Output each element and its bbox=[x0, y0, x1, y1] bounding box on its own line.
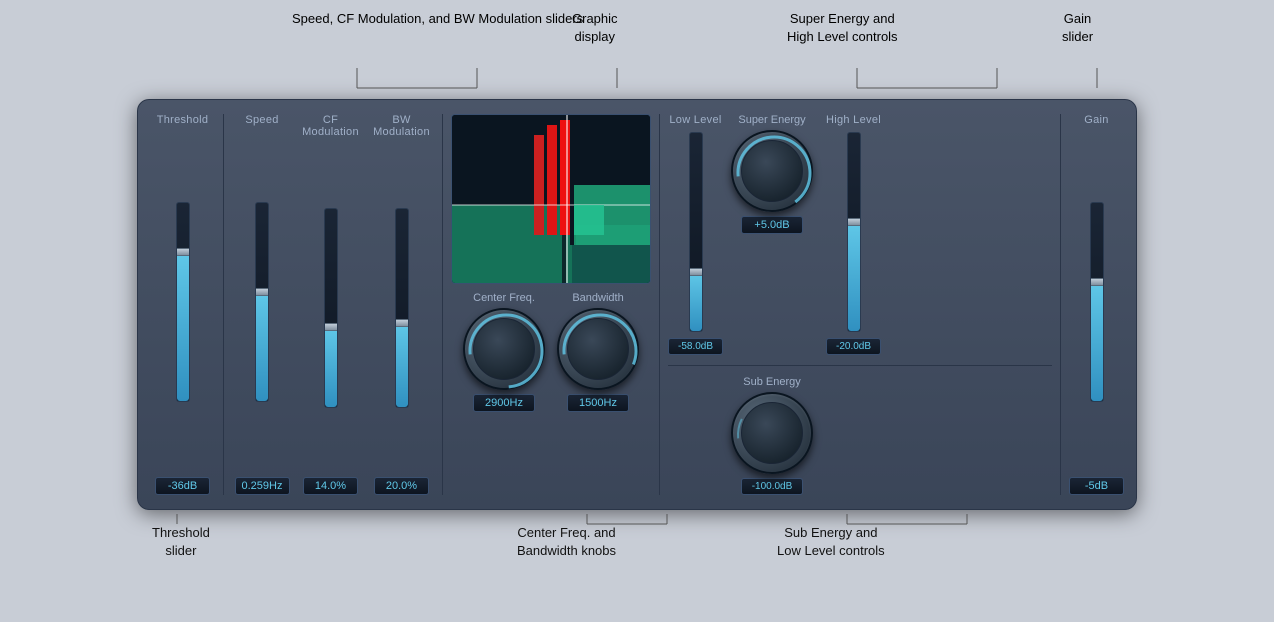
gain-value: -5dB bbox=[1069, 477, 1124, 495]
sub-energy-area: Sub Energy -100.0dB bbox=[731, 376, 813, 495]
low-level-value: -58.0dB bbox=[668, 338, 723, 355]
gain-track-container bbox=[1090, 132, 1104, 471]
bandwidth-section: Bandwidth 1500Hz bbox=[557, 292, 639, 412]
graphic-display-section: Center Freq. 2900Hz Bandwidth bbox=[451, 114, 651, 495]
super-energy-knob[interactable] bbox=[731, 130, 813, 212]
speed-label: Speed bbox=[245, 114, 278, 126]
threshold-track-container bbox=[176, 132, 190, 471]
high-level-handle[interactable] bbox=[847, 218, 861, 226]
low-level-label: Low Level bbox=[669, 114, 721, 126]
sub-energy-title: Sub Energy bbox=[743, 376, 800, 388]
gain-label: Gain bbox=[1084, 114, 1108, 126]
cf-modulation-value: 14.0% bbox=[303, 477, 358, 495]
cf-modulation-label: CF Modulation bbox=[302, 114, 359, 138]
sub-energy-value: -100.0dB bbox=[741, 478, 803, 495]
divider-3 bbox=[659, 114, 660, 495]
speed-track[interactable] bbox=[255, 202, 269, 402]
gain-fill bbox=[1091, 282, 1103, 401]
high-level-label: High Level bbox=[826, 114, 881, 126]
cf-modulation-fill bbox=[325, 327, 337, 406]
speed-handle[interactable] bbox=[255, 288, 269, 296]
divider-2 bbox=[442, 114, 443, 495]
divider-4 bbox=[1060, 114, 1061, 495]
speed-fill bbox=[256, 292, 268, 401]
super-energy-annotation: Super Energy andHigh Level controls bbox=[787, 10, 898, 46]
super-energy-value: +5.0dB bbox=[741, 216, 803, 234]
center-freq-section: Center Freq. 2900Hz bbox=[463, 292, 545, 412]
cf-modulation-handle[interactable] bbox=[324, 323, 338, 331]
bw-modulation-section: BW Modulation 20.0% bbox=[369, 114, 434, 495]
low-level-section: Low Level -58.0dB bbox=[668, 114, 723, 355]
speed-track-container bbox=[255, 132, 269, 471]
energy-section: Low Level -58.0dB Super Energy bbox=[668, 114, 1052, 495]
low-level-track-container bbox=[689, 132, 703, 332]
high-level-fill bbox=[848, 222, 860, 331]
threshold-slider-annotation: Thresholdslider bbox=[152, 524, 210, 560]
bw-modulation-fill bbox=[396, 323, 408, 406]
bandwidth-arc bbox=[559, 310, 641, 392]
graphic-display-annotation: Graphicdisplay bbox=[572, 10, 618, 46]
cf-modulation-track-container bbox=[324, 144, 338, 471]
sub-energy-knob[interactable] bbox=[731, 392, 813, 474]
display-svg bbox=[452, 115, 651, 284]
threshold-section: Threshold -36dB bbox=[150, 114, 215, 495]
sub-energy-row: Sub Energy -100.0dB bbox=[668, 376, 1052, 495]
sub-energy-annotation: Sub Energy andLow Level controls bbox=[777, 524, 885, 560]
super-energy-area: Super Energy +5.0dB bbox=[731, 114, 813, 234]
bw-modulation-track-container bbox=[395, 144, 409, 471]
divider-1 bbox=[223, 114, 224, 495]
center-freq-label: Center Freq. bbox=[473, 292, 535, 304]
bandwidth-knob[interactable] bbox=[557, 308, 639, 390]
high-level-section: High Level -20.0dB bbox=[821, 114, 886, 355]
bw-modulation-handle[interactable] bbox=[395, 319, 409, 327]
speed-section: Speed 0.259Hz bbox=[232, 114, 292, 495]
sub-energy-arc bbox=[733, 394, 815, 476]
threshold-track[interactable] bbox=[176, 202, 190, 402]
cf-modulation-track[interactable] bbox=[324, 208, 338, 408]
threshold-fill bbox=[177, 252, 189, 401]
gain-track[interactable] bbox=[1090, 202, 1104, 402]
display-screen bbox=[451, 114, 651, 284]
bw-modulation-track[interactable] bbox=[395, 208, 409, 408]
knob-row: Center Freq. 2900Hz Bandwidth bbox=[463, 292, 639, 412]
speed-cf-bw-annotation: Speed, CF Modulation, and BW Modulation … bbox=[292, 10, 583, 28]
low-level-fill bbox=[690, 272, 702, 331]
super-energy-row: Low Level -58.0dB Super Energy bbox=[668, 114, 1052, 355]
gain-slider-annotation: Gainslider bbox=[1062, 10, 1093, 46]
super-energy-title: Super Energy bbox=[738, 114, 805, 126]
center-freq-knob[interactable] bbox=[463, 308, 545, 390]
gain-handle[interactable] bbox=[1090, 278, 1104, 286]
threshold-handle[interactable] bbox=[176, 248, 190, 256]
annotation-brackets bbox=[137, 10, 1137, 95]
center-freq-arc bbox=[465, 310, 547, 392]
bw-modulation-value: 20.0% bbox=[374, 477, 429, 495]
cf-modulation-section: CF Modulation 14.0% bbox=[298, 114, 363, 495]
bottom-annotation-brackets bbox=[137, 514, 1137, 584]
low-level-track[interactable] bbox=[689, 132, 703, 332]
threshold-value: -36dB bbox=[155, 477, 210, 495]
center-freq-bandwidth-annotation: Center Freq. andBandwidth knobs bbox=[517, 524, 616, 560]
energy-divider bbox=[668, 365, 1052, 366]
high-level-track-container bbox=[847, 132, 861, 332]
super-energy-arc bbox=[733, 132, 815, 214]
plugin-container: Threshold -36dB Speed 0.259Hz CF Modulat… bbox=[137, 99, 1137, 510]
low-level-handle[interactable] bbox=[689, 268, 703, 276]
high-level-value: -20.0dB bbox=[826, 338, 881, 355]
threshold-label: Threshold bbox=[157, 114, 209, 126]
bandwidth-value: 1500Hz bbox=[567, 394, 629, 412]
bw-modulation-label: BW Modulation bbox=[373, 114, 430, 138]
high-level-track[interactable] bbox=[847, 132, 861, 332]
center-freq-value: 2900Hz bbox=[473, 394, 535, 412]
bandwidth-label: Bandwidth bbox=[572, 292, 623, 304]
speed-value: 0.259Hz bbox=[235, 477, 290, 495]
gain-section: Gain -5dB bbox=[1069, 114, 1124, 495]
